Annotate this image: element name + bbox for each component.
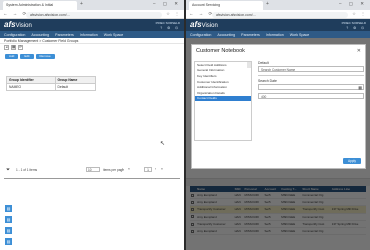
- search-placeholder: Search Customer Name: [261, 67, 296, 72]
- side-panel-icon[interactable]: ▤: [5, 216, 12, 223]
- left-browser-window: System Administration & Initial + – ▢ ✕ …: [0, 0, 184, 250]
- list-item-selected[interactable]: Contact Fields: [195, 95, 251, 102]
- menu-information[interactable]: Information: [80, 33, 98, 37]
- url-text: afsvision.afsvision.com/...: [30, 12, 70, 17]
- divider: [4, 178, 180, 179]
- collapse-icon[interactable]: ◂: [4, 45, 9, 50]
- menu-parameters[interactable]: Parameters: [241, 33, 260, 37]
- items-per-page-label: items per page: [103, 168, 125, 172]
- menu-parameters[interactable]: Parameters: [55, 33, 74, 37]
- column-header-group-identifier[interactable]: Group Identifier: [6, 76, 56, 84]
- header-tools-icon[interactable]: ? ⚙ ⏻: [160, 26, 180, 30]
- url-field[interactable]: afsvision.afsvision.com/...: [26, 11, 162, 18]
- table-row[interactable]: NAMEO Default: [6, 83, 97, 91]
- menu-configuration[interactable]: Configuration: [190, 33, 211, 37]
- menu-accounting[interactable]: Accounting: [31, 33, 49, 37]
- window-controls-icon[interactable]: – ▢ ✕: [339, 1, 367, 7]
- notebook-fields: Default Search Customer Name Search Date…: [258, 61, 364, 102]
- dialog-title: Customer Notebook: [196, 48, 245, 54]
- side-panel-icon[interactable]: ▤: [5, 205, 12, 212]
- filter-icon[interactable]: ⏷: [6, 167, 10, 173]
- amount-value: 400: [261, 94, 267, 99]
- mouse-cursor-icon: ↖: [160, 141, 166, 147]
- address-bar: ← → ⟳ afsvision.afsvision.com/... ☆ ⋮: [186, 10, 370, 19]
- tab-title: Account Servicing: [192, 3, 221, 7]
- remove-button[interactable]: Remove: [35, 54, 55, 59]
- group-value: Default: [258, 61, 269, 65]
- search-date-input[interactable]: ▦: [258, 84, 364, 90]
- right-browser-window: Account Servicing + – ▢ ✕ ← → ⟳ afsvisio…: [186, 0, 370, 250]
- next-page-icon[interactable]: › »: [155, 167, 165, 171]
- grid-icon[interactable]: ▦: [11, 45, 16, 50]
- afsvision-logo: afsVision: [4, 20, 32, 29]
- url-text: afsvision.afsvision.com/...: [216, 12, 256, 17]
- divider: [258, 75, 364, 76]
- add-button[interactable]: Add: [5, 54, 19, 59]
- tab-title: System Administration & Initial: [6, 3, 54, 7]
- browser-tab[interactable]: System Administration & Initial: [3, 1, 77, 10]
- field-groups-table: Group Identifier Group Name NAMEO Defaul…: [6, 76, 97, 91]
- main-menu: Configuration Accounting Parameters Info…: [186, 31, 370, 38]
- search-date-label: Search Date: [258, 79, 277, 83]
- menu-accounting[interactable]: Accounting: [217, 33, 235, 37]
- list-scrollbar[interactable]: [247, 62, 251, 68]
- header-tools-icon[interactable]: ? ⚙ ⏻: [346, 26, 366, 30]
- user-name[interactable]: PRIEC SORSELD: [342, 21, 366, 25]
- pagination: ⏷ 1 - 1 of 1 items 10 items per page ‹ «…: [4, 166, 180, 174]
- new-tab-icon[interactable]: +: [266, 1, 269, 7]
- apply-button[interactable]: Apply: [343, 158, 361, 164]
- menu-configuration[interactable]: Configuration: [4, 33, 25, 37]
- menu-information[interactable]: Information: [266, 33, 284, 37]
- notebook-section-list: Select Field Additions General Informati…: [194, 61, 252, 141]
- app-header: afsVision PRIEC SORSELD ? ⚙ ⏻: [0, 19, 184, 31]
- main-menu: Configuration Accounting Parameters Info…: [0, 31, 184, 38]
- refresh-icon[interactable]: ⟳: [18, 45, 23, 50]
- window-controls-icon[interactable]: – ▢ ✕: [153, 1, 181, 7]
- group-identifier-cell: NAMEO: [6, 83, 56, 91]
- close-icon[interactable]: ✕: [357, 48, 361, 54]
- tab-strip: Account Servicing + – ▢ ✕: [186, 0, 370, 10]
- nav-arrows-icon[interactable]: ← → ⟳: [189, 11, 214, 17]
- column-header-group-name[interactable]: Group Name: [54, 76, 97, 84]
- calendar-icon[interactable]: ▦: [358, 85, 362, 90]
- browser-menu-icon[interactable]: ☆ ⋮: [352, 11, 367, 16]
- user-name[interactable]: PRIEC SORSELD: [156, 21, 180, 25]
- customer-notebook-dialog: Customer Notebook ✕ Select Field Additio…: [191, 44, 366, 169]
- menu-work-space[interactable]: Work Space: [290, 33, 310, 37]
- item-count: 1 - 1 of 1 items: [16, 168, 38, 172]
- action-buttons: Add Edit Remove: [0, 52, 184, 61]
- tab-strip: System Administration & Initial + – ▢ ✕: [0, 0, 184, 10]
- app-header: afsVision PRIEC SORSELD ? ⚙ ⏻: [186, 19, 370, 31]
- search-customer-input[interactable]: Search Customer Name: [258, 66, 364, 72]
- url-field[interactable]: afsvision.afsvision.com/...: [212, 11, 348, 18]
- amount-input[interactable]: 400: [258, 93, 364, 99]
- side-panel-icon[interactable]: ▤: [5, 227, 12, 234]
- browser-tab[interactable]: Account Servicing: [189, 1, 263, 10]
- group-name-cell: Default: [54, 83, 97, 91]
- side-panel-icon[interactable]: ▤: [5, 238, 12, 245]
- new-tab-icon[interactable]: +: [80, 1, 83, 7]
- page-number-input[interactable]: 1: [144, 167, 152, 172]
- view-toolbar: ◂ ▦ ⟳: [0, 44, 184, 51]
- menu-work-space[interactable]: Work Space: [104, 33, 124, 37]
- nav-arrows-icon[interactable]: ← → ⟳: [3, 11, 28, 17]
- items-per-page-select[interactable]: 10: [86, 167, 100, 172]
- afsvision-logo: afsVision: [190, 20, 218, 29]
- edit-button[interactable]: Edit: [20, 54, 34, 59]
- prev-page-icon[interactable]: ‹ «: [122, 167, 132, 171]
- browser-menu-icon[interactable]: ☆ ⋮: [166, 11, 181, 16]
- address-bar: ← → ⟳ afsvision.afsvision.com/... ☆ ⋮: [0, 10, 184, 19]
